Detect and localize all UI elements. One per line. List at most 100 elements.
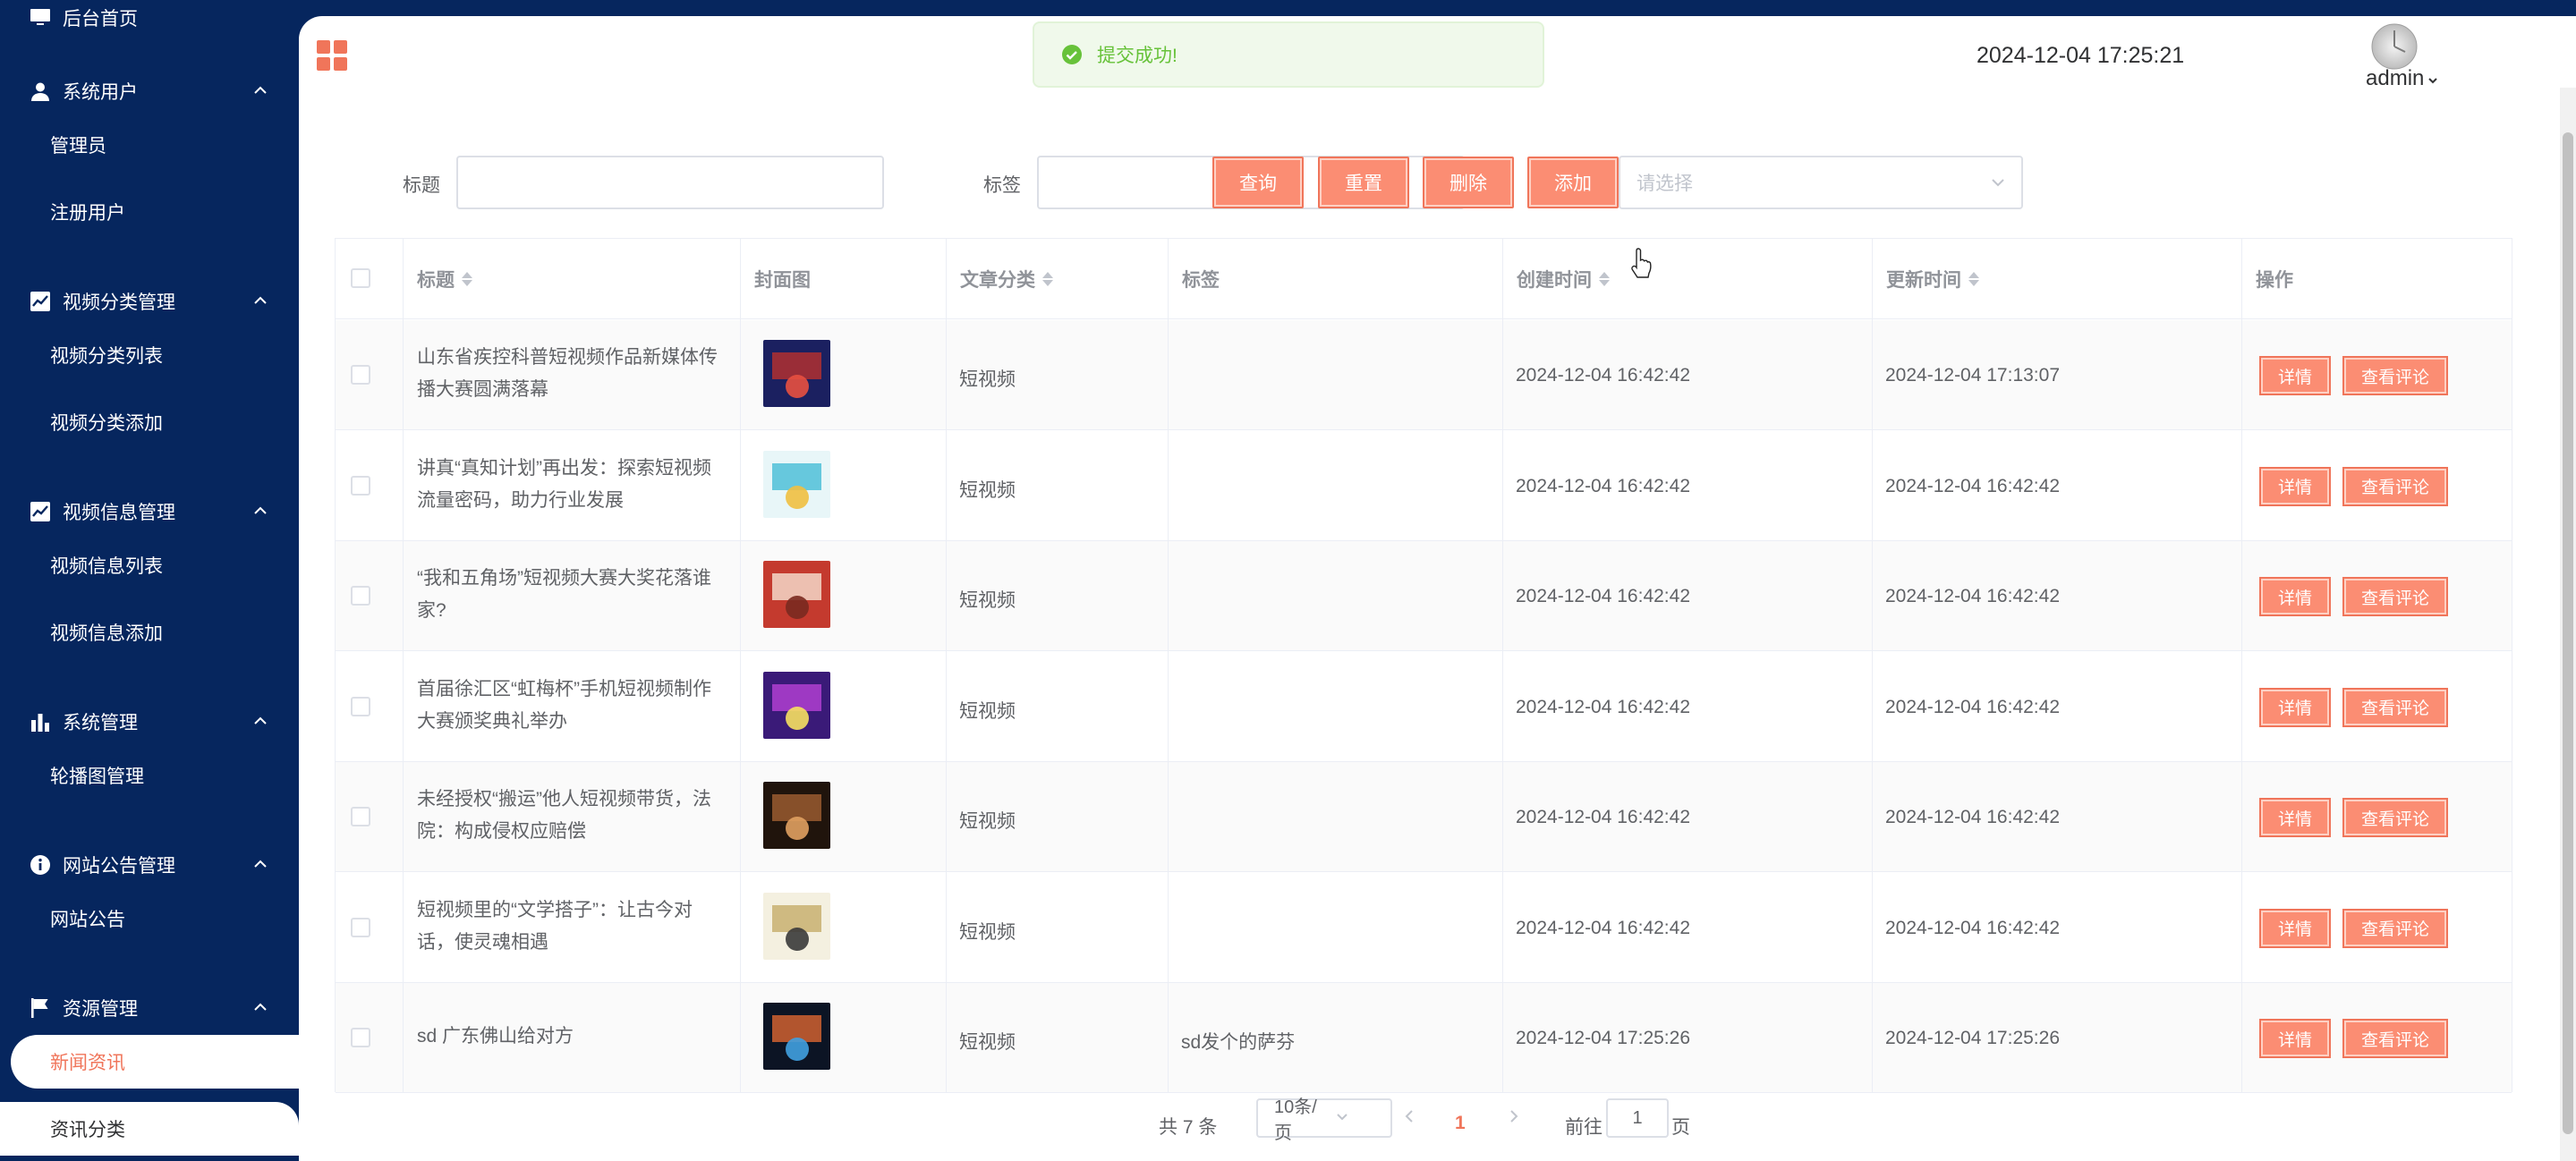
column-title[interactable]: 标题 xyxy=(403,239,472,319)
sort-icon[interactable] xyxy=(1042,272,1053,286)
caret-down-icon xyxy=(2427,66,2438,91)
sidebar-group-4[interactable]: 网站公告管理 xyxy=(0,838,299,892)
column-updated[interactable]: 更新时间 xyxy=(1872,239,1979,319)
column-divider xyxy=(2241,239,2242,1093)
detail-button[interactable]: 详情 xyxy=(2259,908,2331,948)
row-checkbox[interactable] xyxy=(351,475,370,496)
sidebar-group-1[interactable]: 视频分类管理 xyxy=(0,275,299,328)
sidebar-item-home[interactable]: 后台首页 xyxy=(0,0,299,45)
sidebar-item-5-0[interactable]: 新闻资讯 xyxy=(11,1035,299,1089)
row-checkbox[interactable] xyxy=(351,365,370,385)
row-checkbox[interactable] xyxy=(351,586,370,606)
detail-button[interactable]: 详情 xyxy=(2259,356,2331,395)
cover-image[interactable] xyxy=(763,340,830,407)
table-row: 未经授权“搬运”他人短视频带货，法院：构成侵权应赔偿 短视频 2024-12-0… xyxy=(336,762,2512,872)
next-page-icon[interactable] xyxy=(1504,1107,1522,1131)
detail-button[interactable]: 详情 xyxy=(2259,466,2331,506)
row-checkbox[interactable] xyxy=(351,807,370,826)
view-comments-button[interactable]: 查看评论 xyxy=(2342,466,2448,506)
select-all-checkbox[interactable] xyxy=(351,268,370,288)
delete-button[interactable]: 删除 xyxy=(1423,157,1514,208)
view-comments-button[interactable]: 查看评论 xyxy=(2342,798,2448,837)
sidebar-item-2-1[interactable]: 视频信息添加 xyxy=(0,606,299,659)
add-button[interactable]: 添加 xyxy=(1527,157,1619,208)
title-filter-input[interactable] xyxy=(456,156,884,209)
column-category[interactable]: 文章分类 xyxy=(946,239,1053,319)
goto-page-input[interactable] xyxy=(1606,1098,1669,1138)
row-category: 短视频 xyxy=(959,479,1016,501)
column-created[interactable]: 创建时间 xyxy=(1502,239,1610,319)
table-row: 首届徐汇区“虹梅杯”手机短视频制作大赛颁奖典礼举办 短视频 2024-12-04… xyxy=(336,652,2512,762)
username: admin xyxy=(2366,66,2425,90)
column-cover: 封面图 xyxy=(740,239,811,319)
table-row: 山东省疾控科普短视频作品新媒体传播大赛圆满落幕 短视频 2024-12-04 1… xyxy=(336,320,2512,430)
sidebar-group-2[interactable]: 视频信息管理 xyxy=(0,485,299,538)
column-category-label: 文章分类 xyxy=(960,270,1035,291)
sidebar-group-0[interactable]: 系统用户 xyxy=(0,64,299,118)
cover-image[interactable] xyxy=(763,561,830,628)
news-table: 标题 封面图 文章分类 标签 创建时间 更新时间 操作 山东省疾控科普短视频作品… xyxy=(335,238,2512,1093)
row-checkbox[interactable] xyxy=(351,696,370,716)
chevron-up-icon xyxy=(252,999,268,1015)
column-divider xyxy=(740,239,741,1093)
sort-icon[interactable] xyxy=(462,272,472,286)
cover-image[interactable] xyxy=(763,892,830,960)
cover-image[interactable] xyxy=(763,782,830,849)
row-checkbox[interactable] xyxy=(351,917,370,937)
sidebar-item-0-1[interactable]: 注册用户 xyxy=(0,185,299,239)
row-title: 未经授权“搬运”他人短视频带货，法院：构成侵权应赔偿 xyxy=(417,789,711,842)
sidebar-group-3[interactable]: 系统管理 xyxy=(0,695,299,749)
row-created: 2024-12-04 17:25:26 xyxy=(1516,1028,1690,1048)
scrollbar-thumb[interactable] xyxy=(2563,132,2573,1134)
view-comments-button[interactable]: 查看评论 xyxy=(2342,356,2448,395)
cover-image[interactable] xyxy=(763,450,830,518)
sidebar: 后台首页系统用户管理员注册用户视频分类管理视频分类列表 视频分类添加 视频信息管理视… xyxy=(0,0,299,1161)
grid-menu-icon[interactable] xyxy=(317,40,347,71)
row-title: “我和五角场”短视频大赛大奖花落谁家? xyxy=(417,568,711,621)
view-comments-button[interactable]: 查看评论 xyxy=(2342,1019,2448,1058)
reset-button[interactable]: 重置 xyxy=(1318,157,1409,208)
row-checkbox[interactable] xyxy=(351,1028,370,1047)
sidebar-item-3-0[interactable]: 轮播图管理 xyxy=(0,749,299,802)
view-comments-button[interactable]: 查看评论 xyxy=(2342,687,2448,727)
prev-page-icon[interactable] xyxy=(1401,1107,1419,1131)
detail-button[interactable]: 详情 xyxy=(2259,1019,2331,1058)
sort-icon[interactable] xyxy=(1599,272,1610,286)
sort-icon[interactable] xyxy=(1968,272,1979,286)
title-filter-label: 标题 xyxy=(403,175,440,196)
tag-filter-label: 标签 xyxy=(983,175,1021,196)
sidebar-group-1-label: 视频分类管理 xyxy=(63,292,175,313)
detail-button[interactable]: 详情 xyxy=(2259,687,2331,727)
column-divider xyxy=(946,239,947,1093)
row-title: 讲真“真知计划”再出发：探索短视频流量密码，助力行业发展 xyxy=(417,457,711,511)
category-select[interactable]: 请选择 xyxy=(1619,156,2023,209)
user-icon xyxy=(29,80,52,103)
sidebar-item-5-1[interactable]: 资讯分类 xyxy=(0,1102,299,1156)
sidebar-item-1-1[interactable]: 视频分类添加 xyxy=(0,395,299,449)
cover-image[interactable] xyxy=(763,671,830,739)
sidebar-group-5[interactable]: 资源管理 xyxy=(0,981,299,1035)
sidebar-item-1-0[interactable]: 视频分类列表 xyxy=(0,328,299,382)
row-created: 2024-12-04 16:42:42 xyxy=(1516,696,1690,717)
detail-button[interactable]: 详情 xyxy=(2259,798,2331,837)
row-title: 山东省疾控科普短视频作品新媒体传播大赛圆满落幕 xyxy=(417,347,718,400)
chart-icon xyxy=(29,290,52,313)
page-size-select[interactable]: 10条/页 xyxy=(1256,1097,1392,1143)
row-category: 短视频 xyxy=(959,590,1016,611)
sidebar-item-4-0-label: 网站公告 xyxy=(50,910,125,930)
sidebar-item-2-0[interactable]: 视频信息列表 xyxy=(0,538,299,592)
sidebar-item-4-0[interactable]: 网站公告 xyxy=(0,892,299,945)
sidebar-item-0-0-label: 管理员 xyxy=(50,136,106,157)
sidebar-item-0-0[interactable]: 管理员 xyxy=(0,118,299,172)
row-category: 短视频 xyxy=(959,921,1016,943)
avatar[interactable] xyxy=(2371,23,2418,70)
view-comments-button[interactable]: 查看评论 xyxy=(2342,577,2448,616)
detail-button[interactable]: 详情 xyxy=(2259,577,2331,616)
query-button[interactable]: 查询 xyxy=(1212,157,1304,208)
column-divider xyxy=(1872,239,1873,1093)
success-toast: 提交成功! xyxy=(1033,21,1544,88)
view-comments-button[interactable]: 查看评论 xyxy=(2342,908,2448,948)
user-menu[interactable]: admin xyxy=(2366,66,2438,91)
current-page[interactable]: 1 xyxy=(1455,1113,1466,1134)
cover-image[interactable] xyxy=(763,1003,830,1070)
